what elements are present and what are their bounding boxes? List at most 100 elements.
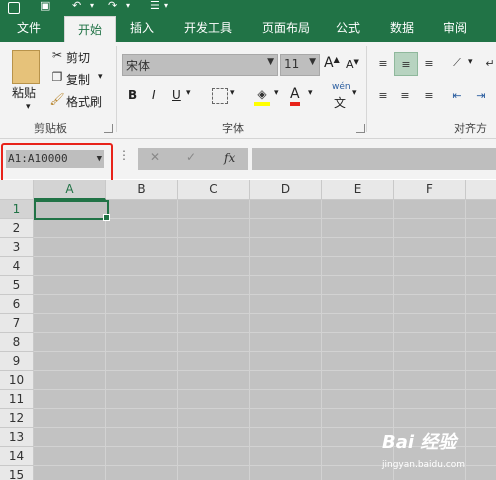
grow-font-button[interactable]: A▲ (324, 55, 340, 71)
formula-input[interactable] (252, 148, 496, 170)
row-header[interactable]: 13 (0, 428, 34, 447)
row-header[interactable]: 2 (0, 219, 34, 238)
underline-button[interactable]: U (172, 88, 181, 102)
row-header[interactable]: 7 (0, 314, 34, 333)
copy-icon: ❐ (51, 70, 63, 84)
gridline (105, 200, 106, 480)
undo-icon[interactable]: ↶ (72, 0, 81, 14)
cut-button[interactable]: 剪切 (66, 49, 90, 66)
column-header[interactable] (466, 180, 496, 200)
gridline (34, 332, 496, 333)
redo-dropdown-icon[interactable]: ▾ (126, 0, 130, 14)
customize-icon[interactable]: ☰ (150, 0, 160, 14)
tab-file[interactable]: 文件 (0, 14, 58, 42)
middle-align-icon[interactable]: ≡ (394, 52, 418, 76)
clipboard-launcher-icon[interactable] (104, 124, 113, 133)
cancel-button[interactable]: ✕ (150, 150, 160, 164)
tab-page-layout[interactable]: 页面布局 (250, 14, 322, 42)
column-header[interactable]: E (322, 180, 394, 200)
gridline (34, 313, 496, 314)
gridline (34, 294, 496, 295)
row-header[interactable]: 10 (0, 371, 34, 390)
align-left-icon[interactable]: ≡ (374, 86, 392, 104)
row-header[interactable]: 4 (0, 257, 34, 276)
decrease-indent-icon[interactable]: ⇤ (448, 86, 466, 104)
increase-indent-icon[interactable]: ⇥ (472, 86, 490, 104)
font-launcher-icon[interactable] (356, 124, 365, 133)
top-align-icon[interactable]: ≡ (374, 54, 392, 72)
fill-handle[interactable] (103, 214, 110, 221)
customize-dropdown-icon[interactable]: ▾ (164, 0, 168, 14)
redo-icon[interactable]: ↷ (108, 0, 117, 14)
column-header[interactable]: C (178, 180, 250, 200)
gridline (34, 370, 496, 371)
save-icon[interactable]: ▣ (40, 0, 50, 14)
row-header[interactable]: 15 (0, 466, 34, 480)
font-size-select[interactable]: 11 ▼ (280, 54, 320, 76)
row-header[interactable]: 11 (0, 390, 34, 409)
border-dropdown-icon[interactable]: ▾ (230, 88, 235, 98)
orientation-icon[interactable]: ⟋ (448, 54, 466, 72)
underline-dropdown-icon[interactable]: ▾ (186, 88, 191, 98)
font-name-select[interactable]: 宋体 ▼ (122, 54, 278, 76)
ribbon-separator (366, 46, 367, 132)
row-header[interactable]: 3 (0, 238, 34, 257)
paste-dropdown-icon[interactable]: ▾ (26, 102, 31, 112)
row-header[interactable]: 1 (0, 200, 34, 219)
tab-data[interactable]: 数据 (380, 14, 424, 42)
column-header[interactable]: D (250, 180, 322, 200)
enter-button[interactable]: ✓ (186, 150, 196, 164)
font-color-button[interactable]: A (290, 86, 300, 106)
fill-color-dropdown-icon[interactable]: ▾ (274, 88, 279, 98)
format-painter-icon: 🖌 (49, 92, 65, 106)
format-painter-button[interactable]: 格式刷 (66, 93, 102, 110)
column-header[interactable]: A (34, 180, 106, 200)
fill-color-icon[interactable]: ◈ (254, 86, 270, 106)
copy-button[interactable]: 复制 (66, 71, 90, 88)
orientation-dropdown-icon[interactable]: ▾ (468, 57, 473, 67)
bold-button[interactable]: B (128, 88, 137, 102)
shrink-font-letter: A (346, 58, 354, 71)
chevron-down-icon: ▼ (267, 57, 274, 67)
chevron-down-icon: ▼ (309, 57, 316, 67)
align-right-icon[interactable]: ≡ (420, 86, 438, 104)
phonetic-guide-button[interactable]: wén (332, 82, 351, 92)
border-icon[interactable] (212, 88, 228, 104)
paste-button[interactable]: 粘贴 (12, 84, 36, 101)
down-arrow-icon: ▼ (353, 58, 359, 66)
tab-review[interactable]: 审阅 (430, 14, 480, 42)
row-header[interactable]: 9 (0, 352, 34, 371)
active-cell[interactable] (34, 200, 109, 220)
gridline (34, 256, 496, 257)
select-all-corner[interactable] (0, 180, 34, 200)
italic-button[interactable]: I (152, 88, 156, 102)
copy-dropdown-icon[interactable]: ▾ (98, 72, 103, 82)
gridline (34, 389, 496, 390)
ribbon-tabs: 文件 开始 插入 开发工具 页面布局 公式 数据 审阅 (0, 14, 496, 43)
row-header[interactable]: 14 (0, 447, 34, 466)
undo-dropdown-icon[interactable]: ▾ (90, 0, 94, 14)
row-header[interactable]: 6 (0, 295, 34, 314)
phonetic-dropdown-icon[interactable]: ▾ (352, 88, 357, 98)
excel-app-icon (8, 2, 20, 14)
row-header[interactable]: 12 (0, 409, 34, 428)
tab-developer[interactable]: 开发工具 (172, 14, 244, 42)
shrink-font-button[interactable]: A▼ (346, 58, 359, 71)
column-header[interactable]: B (106, 180, 178, 200)
font-color-dropdown-icon[interactable]: ▾ (308, 88, 313, 98)
watermark-url: jingyan.baidu.com (382, 460, 466, 470)
tab-formulas[interactable]: 公式 (326, 14, 370, 42)
tab-insert[interactable]: 插入 (120, 14, 164, 42)
bottom-align-icon[interactable]: ≡ (420, 54, 438, 72)
wrap-text-icon[interactable]: ↵ (484, 54, 496, 72)
row-header[interactable]: 5 (0, 276, 34, 295)
align-center-icon[interactable]: ≡ (396, 86, 414, 104)
font-name-value: 宋体 (126, 59, 151, 73)
tab-home[interactable]: 开始 (64, 16, 116, 43)
name-box-highlight (1, 143, 113, 183)
column-header[interactable]: F (394, 180, 466, 200)
insert-function-button[interactable]: fx (224, 151, 235, 165)
paste-icon[interactable] (12, 50, 40, 84)
row-header[interactable]: 8 (0, 333, 34, 352)
ribbon: 粘贴 ▾ ✂ 剪切 ❐ 复制 ▾ 🖌 格式刷 剪贴板 宋体 ▼ 11 ▼ A▲ … (0, 42, 496, 151)
